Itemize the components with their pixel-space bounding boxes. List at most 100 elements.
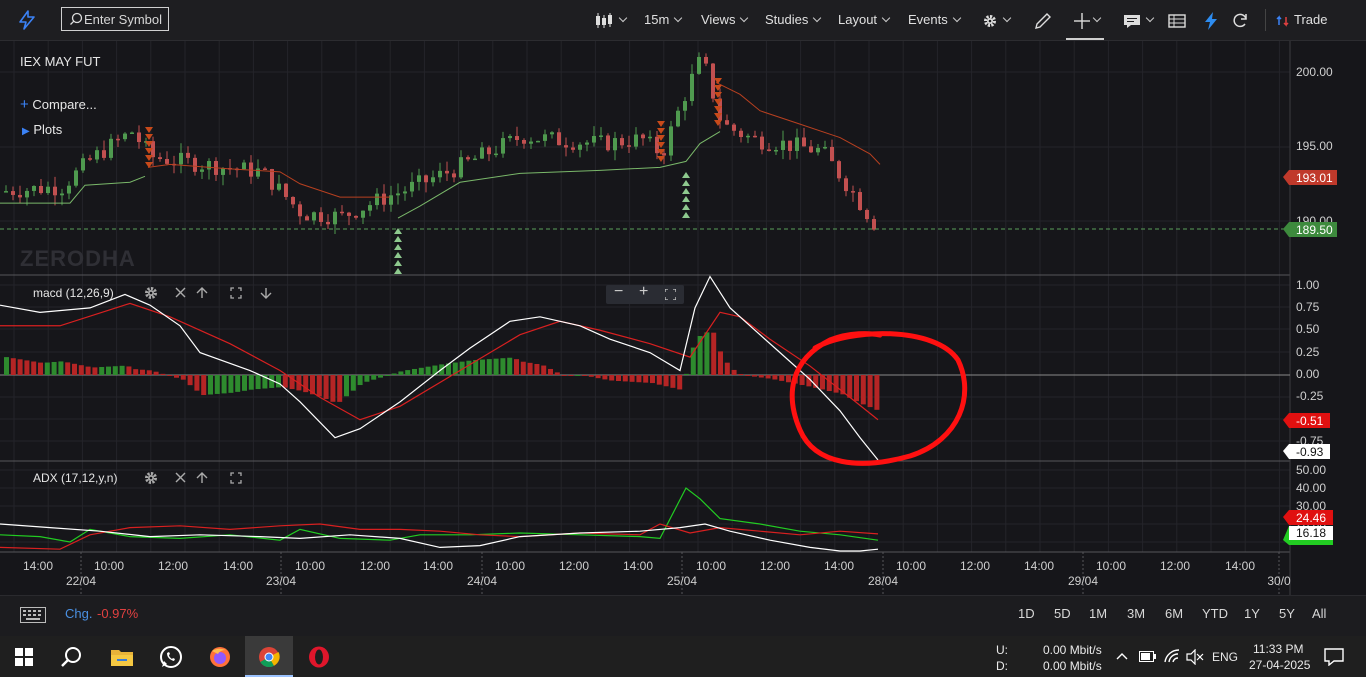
settings-menu[interactable] — [982, 0, 1012, 40]
comment-menu[interactable] — [1123, 0, 1155, 40]
adx-axis-label: 50.00 — [1296, 463, 1326, 477]
range-all[interactable]: All — [1312, 606, 1326, 621]
chevron-down-icon — [1092, 13, 1102, 23]
time-axis-label: 14:00 — [423, 559, 453, 573]
zoom-out-icon[interactable]: − — [614, 283, 623, 301]
kite-logo-icon[interactable] — [16, 9, 38, 31]
adx-red-value: 24.46 — [1296, 511, 1326, 525]
symbol-search-input[interactable] — [84, 11, 166, 27]
opera-icon — [309, 646, 329, 668]
time-axis-label: 10:00 — [495, 559, 525, 573]
battery-icon[interactable] — [1139, 651, 1157, 662]
range-1y[interactable]: 1Y — [1244, 606, 1260, 621]
range-6m[interactable]: 6M — [1165, 606, 1183, 621]
chevron-up-icon[interactable] — [1116, 651, 1128, 661]
start-button[interactable] — [0, 636, 48, 677]
keyboard-icon[interactable] — [20, 607, 46, 623]
bottom-bar: Chg. -0.97% 1D 5D 1M 3M 6M YTD 1Y 5Y All — [0, 595, 1366, 637]
taskbar-chrome[interactable] — [245, 636, 293, 677]
wifi-icon[interactable] — [1163, 648, 1181, 664]
layout-menu[interactable]: Layout — [838, 0, 891, 40]
price-axis-label: 200.00 — [1296, 65, 1333, 79]
time-axis-label: 14:00 — [223, 559, 253, 573]
draw-tool-button[interactable] — [1033, 0, 1053, 40]
comment-icon — [1124, 14, 1140, 28]
chart-type-button[interactable] — [594, 0, 628, 40]
events-label: Events — [908, 12, 948, 27]
range-ytd[interactable]: YTD — [1202, 606, 1228, 621]
interval-label: 15m — [644, 12, 670, 27]
chg-value: -0.97% — [97, 606, 139, 621]
maximize-icon[interactable] — [230, 287, 242, 299]
windows-logo-icon — [15, 648, 33, 666]
last-price-red: 193.01 — [1296, 171, 1333, 185]
gear-icon[interactable] — [145, 472, 157, 484]
time-axis-label: 12:00 — [559, 559, 589, 573]
interval-menu[interactable]: 15m — [644, 0, 683, 40]
chevron-down-icon — [618, 13, 628, 23]
folder-icon — [111, 650, 133, 666]
volume-muted-icon[interactable] — [1186, 649, 1204, 665]
compare-button[interactable]: + Compare... — [20, 96, 97, 113]
taskbar-search-button[interactable] — [48, 636, 96, 677]
range-5d[interactable]: 5D — [1054, 606, 1071, 621]
taskbar-opera[interactable] — [295, 636, 343, 677]
time-axis-label: 10:00 — [1096, 559, 1126, 573]
plots-toggle[interactable]: ▶ Plots — [22, 122, 62, 137]
net-upload-label: U: — [996, 643, 1008, 657]
last-price-green: 189.50 — [1296, 223, 1333, 237]
macd-value: -0.93 — [1296, 445, 1324, 459]
chart-area[interactable]: ZERODHA 200.00 195.00 190.00 1.00 0.75 0.5… — [0, 41, 1366, 595]
zoom-controls: − + — [606, 283, 684, 304]
symbol-title: IEX MAY FUT — [20, 54, 101, 69]
taskbar-firefox[interactable] — [196, 636, 244, 677]
chrome-icon — [259, 647, 280, 668]
clock-date[interactable]: 27-04-2025 — [1249, 658, 1310, 672]
macd-axis-label: 0.50 — [1296, 322, 1320, 336]
table-view-button[interactable] — [1168, 0, 1186, 40]
crosshair-button[interactable] — [1066, 0, 1104, 40]
taskbar-whatsapp[interactable] — [147, 636, 195, 677]
adx-panel-tools — [145, 472, 242, 484]
taskbar-explorer[interactable] — [98, 636, 146, 677]
arrow-up-icon[interactable] — [196, 287, 208, 298]
clock-time[interactable]: 11:33 PM — [1253, 642, 1303, 656]
trade-arrows-icon — [1276, 14, 1289, 27]
time-axis-label: 12:00 — [760, 559, 790, 573]
chart-canvas[interactable]: ZERODHA 200.00 195.00 190.00 1.000.750.5… — [0, 41, 1366, 595]
maximize-icon[interactable] — [230, 472, 242, 484]
close-icon[interactable] — [175, 472, 186, 483]
notification-icon[interactable] — [1324, 648, 1344, 666]
chevron-down-icon — [881, 13, 891, 23]
layout-label: Layout — [838, 12, 878, 27]
search-icon — [70, 12, 83, 25]
date-axis-label: 24/04 — [467, 574, 497, 588]
zoom-in-icon[interactable]: + — [639, 283, 648, 301]
fullscreen-icon[interactable] — [665, 289, 676, 300]
refresh-button[interactable] — [1231, 0, 1249, 40]
chg-label: Chg. — [65, 606, 93, 621]
flash-button[interactable] — [1201, 0, 1221, 40]
trade-button[interactable]: Trade — [1276, 0, 1327, 40]
range-5y[interactable]: 5Y — [1279, 606, 1295, 621]
range-3m[interactable]: 3M — [1127, 606, 1145, 621]
language-indicator[interactable]: ENG — [1212, 650, 1238, 664]
windows-taskbar: U: D: 0.00 Mbit/s 0.00 Mbit/s ENG 11:33 … — [0, 636, 1366, 677]
macd-study-label: macd (12,26,9) — [33, 286, 114, 300]
date-axis-label: 22/04 — [66, 574, 96, 588]
arrow-down-icon[interactable] — [260, 288, 272, 299]
time-axis-label: 14:00 — [23, 559, 53, 573]
studies-menu[interactable]: Studies — [765, 0, 822, 40]
arrow-up-icon[interactable] — [196, 472, 208, 483]
date-axis-label: 30/0 — [1267, 574, 1291, 588]
macd-panel-tools — [145, 287, 272, 299]
chevron-down-icon — [952, 13, 961, 23]
gear-icon[interactable] — [145, 287, 157, 299]
studies-label: Studies — [765, 12, 809, 27]
views-menu[interactable]: Views — [701, 0, 749, 40]
close-icon[interactable] — [175, 287, 186, 298]
range-1d[interactable]: 1D — [1018, 606, 1035, 621]
events-menu[interactable]: Events — [908, 0, 961, 40]
range-1m[interactable]: 1M — [1089, 606, 1107, 621]
symbol-search-box[interactable] — [61, 7, 169, 31]
